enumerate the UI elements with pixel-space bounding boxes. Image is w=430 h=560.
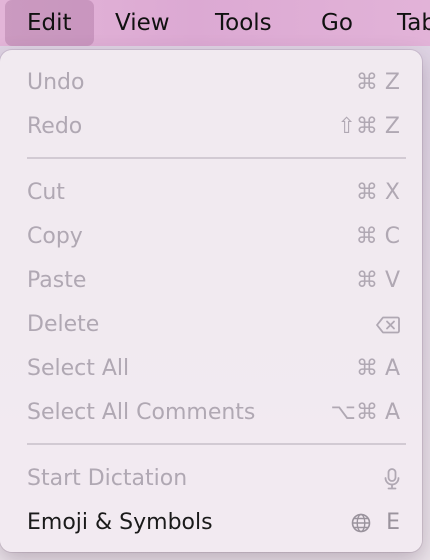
delete-key-icon xyxy=(376,303,400,347)
shortcut-cut: ⌘ X xyxy=(355,180,400,205)
edit-menu-dropdown: Undo ⌘ Z Redo ⇧⌘ Z Cut ⌘ X Copy ⌘ C Past… xyxy=(0,50,422,552)
menu-item-label: Select All Comments xyxy=(27,400,256,425)
menu-item-label: Cut xyxy=(27,180,65,205)
menu-item-cut[interactable]: Cut ⌘ X xyxy=(0,171,422,215)
globe-icon xyxy=(351,510,378,535)
shortcut-copy: ⌘ C xyxy=(355,224,400,249)
shortcut-paste: ⌘ V xyxy=(355,268,400,293)
menu-item-paste[interactable]: Paste ⌘ V xyxy=(0,259,422,303)
menubar-item-tab[interactable]: Tab xyxy=(397,0,430,46)
menu-item-label: Paste xyxy=(27,268,87,293)
menu-item-undo[interactable]: Undo ⌘ Z xyxy=(0,61,422,105)
shortcut-emoji-symbols: E xyxy=(351,501,400,545)
menu-separator xyxy=(27,157,406,159)
menu-item-select-all-comments[interactable]: Select All Comments ⌥⌘ A xyxy=(0,391,422,435)
shortcut-key: E xyxy=(386,510,400,535)
menu-item-label: Select All xyxy=(27,356,130,381)
shortcut-redo: ⇧⌘ Z xyxy=(337,114,401,139)
menu-item-emoji-symbols[interactable]: Emoji & Symbols E xyxy=(0,501,422,545)
shortcut-undo: ⌘ Z xyxy=(355,70,400,95)
menu-item-delete[interactable]: Delete xyxy=(0,303,422,347)
menu-item-label: Emoji & Symbols xyxy=(27,510,213,535)
shortcut-select-all: ⌘ A xyxy=(355,356,400,381)
menubar-item-edit[interactable]: Edit xyxy=(5,0,94,46)
menu-item-start-dictation[interactable]: Start Dictation xyxy=(0,457,422,501)
menu-item-redo[interactable]: Redo ⇧⌘ Z xyxy=(0,105,422,149)
menu-item-label: Start Dictation xyxy=(27,466,188,491)
menu-item-label: Delete xyxy=(27,312,100,337)
microphone-icon xyxy=(384,457,400,501)
menu-item-label: Redo xyxy=(27,114,83,139)
menu-item-select-all[interactable]: Select All ⌘ A xyxy=(0,347,422,391)
shortcut-select-all-comments: ⌥⌘ A xyxy=(330,400,400,425)
menubar-item-go[interactable]: Go xyxy=(321,0,353,46)
menu-separator xyxy=(27,443,406,445)
menu-item-label: Copy xyxy=(27,224,83,249)
menubar-item-tools[interactable]: Tools xyxy=(215,0,272,46)
menu-item-copy[interactable]: Copy ⌘ C xyxy=(0,215,422,259)
menu-bar: Edit View Tools Go Tab xyxy=(0,0,430,46)
menu-item-label: Undo xyxy=(27,70,85,95)
menubar-item-view[interactable]: View xyxy=(115,0,170,46)
